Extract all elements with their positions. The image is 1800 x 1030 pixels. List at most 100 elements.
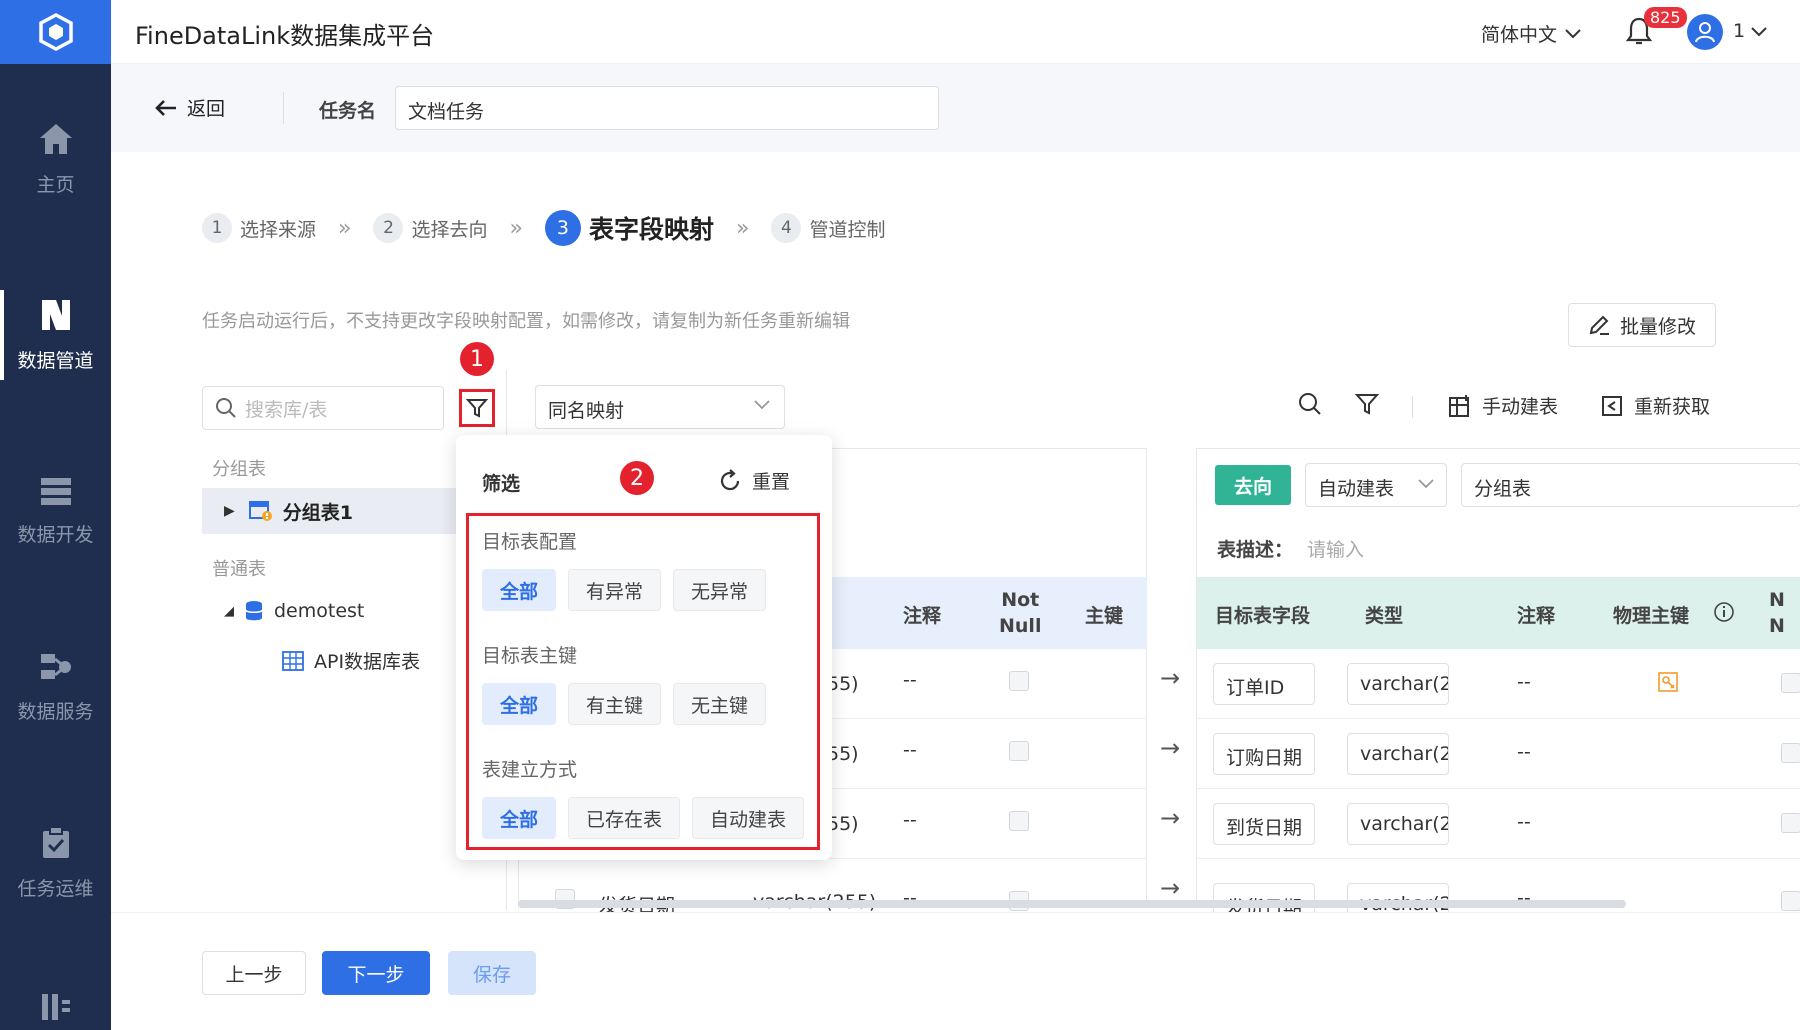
horizontal-scrollbar[interactable]: [518, 900, 1626, 908]
reset-icon: [720, 468, 740, 490]
app-logo[interactable]: [0, 0, 111, 64]
chevron-down-icon: [1565, 28, 1581, 38]
filter-icon: [466, 399, 488, 418]
filter-option[interactable]: 已存在表: [568, 797, 681, 839]
create-mode-select[interactable]: 自动建表: [1305, 463, 1447, 507]
not-null-checkbox[interactable]: [1781, 891, 1800, 911]
avatar[interactable]: [1687, 14, 1723, 50]
search-placeholder: 搜索库/表: [245, 398, 328, 421]
field-comment: --: [1517, 811, 1531, 833]
target-field-input[interactable]: 订单ID: [1213, 663, 1315, 705]
nav-label: 任务运维: [17, 877, 94, 900]
filter-option[interactable]: 有异常: [568, 569, 662, 611]
nav-label: 数据管道: [17, 349, 94, 372]
not-null-checkbox[interactable]: [1781, 743, 1800, 763]
table-desc-input[interactable]: 请输入: [1307, 535, 1364, 562]
target-type-input[interactable]: varchar(25: [1347, 733, 1449, 775]
search-tool[interactable]: [1298, 392, 1322, 416]
target-field-input[interactable]: 订购日期: [1213, 733, 1315, 775]
tree-item-demotest[interactable]: ◢ demotest: [224, 600, 364, 622]
task-name-input[interactable]: 文档任务: [395, 86, 939, 130]
batch-edit-button[interactable]: 批量修改: [1568, 303, 1716, 347]
not-null-checkbox[interactable]: [1009, 671, 1029, 691]
arrow-right-icon: →: [1160, 874, 1181, 902]
table-search-input[interactable]: 搜索库/表: [202, 386, 444, 430]
prev-step-button[interactable]: 上一步: [202, 951, 306, 995]
table-row: 订单ID varchar(25 --: [1197, 649, 1800, 719]
filter-option-all[interactable]: 全部: [482, 683, 557, 725]
field-comment: --: [903, 739, 917, 761]
list-icon: [42, 994, 70, 1020]
manual-create-table-button[interactable]: 手动建表: [1448, 392, 1558, 419]
task-ops-icon: [42, 825, 69, 858]
filter-option[interactable]: 无异常: [673, 569, 767, 611]
left-sidebar: 主页 数据管道 数据开发 数据服务 任务运维: [0, 0, 111, 1030]
dev-icon: [40, 477, 71, 505]
nav-task-ops[interactable]: 任务运维: [0, 798, 111, 928]
nav-data-pipeline[interactable]: 数据管道: [0, 270, 111, 400]
database-icon: [245, 601, 263, 621]
refetch-button[interactable]: 重新获取: [1600, 392, 1710, 419]
filter-option[interactable]: 自动建表: [692, 797, 805, 839]
filter-option[interactable]: 无主键: [673, 683, 767, 725]
target-type-input[interactable]: varchar(25: [1347, 663, 1449, 705]
normal-section-label: 普通表: [212, 559, 266, 580]
nav-home[interactable]: 主页: [0, 94, 111, 224]
task-header: 返回 任务名 文档任务: [111, 64, 1800, 152]
back-label: 返回: [187, 98, 226, 120]
step-label: 管道控制: [809, 218, 886, 241]
filter-section-label: 目标表主键: [482, 645, 578, 667]
search-icon: [1299, 393, 1321, 415]
filter-popover: 筛选 2 重置 目标表配置 全部 有异常 无异常 目标表主键 全部 有主键 无主…: [456, 435, 832, 860]
not-null-checkbox[interactable]: [1009, 741, 1029, 761]
double-chevron-icon: »: [735, 215, 750, 241]
filter-tool[interactable]: [1355, 392, 1379, 416]
primary-key-icon[interactable]: [1657, 671, 1679, 693]
language-select[interactable]: 简体中文: [1481, 20, 1581, 47]
step-number: 2: [373, 213, 404, 243]
save-button[interactable]: 保存: [448, 951, 536, 995]
tree-item-api-table[interactable]: API数据库表: [282, 647, 420, 674]
target-table-header: 目标表字段 类型 注释 物理主键 N N: [1197, 577, 1800, 649]
field-comment: --: [903, 809, 917, 831]
nav-more[interactable]: [40, 992, 72, 1026]
step-1[interactable]: 1 选择来源: [202, 213, 316, 243]
pipeline-icon: [41, 299, 70, 330]
not-null-checkbox[interactable]: [1009, 811, 1029, 831]
table-icon: [282, 650, 304, 671]
step-4[interactable]: 4 管道控制: [771, 213, 885, 243]
user-name[interactable]: 1: [1733, 20, 1745, 42]
tree-item-group1[interactable]: ▶ 分组表1: [202, 488, 456, 534]
filter-option[interactable]: 有主键: [568, 683, 662, 725]
tree-filter-button[interactable]: [459, 389, 495, 427]
filter-reset-button[interactable]: 重置: [718, 467, 790, 494]
refresh-icon: [1602, 395, 1622, 416]
header-type: 类型: [1365, 605, 1404, 627]
next-step-button[interactable]: 下一步: [322, 951, 430, 995]
not-null-checkbox[interactable]: [1781, 673, 1800, 693]
back-button[interactable]: 返回: [155, 94, 225, 121]
step-2[interactable]: 2 选择去向: [373, 213, 488, 243]
caret-right-icon: ▶: [224, 503, 235, 519]
filter-option-all[interactable]: 全部: [482, 797, 557, 839]
target-table-name-input[interactable]: 分组表: [1461, 463, 1800, 507]
step-number: 3: [544, 210, 581, 246]
user-menu-toggle[interactable]: [1751, 22, 1767, 41]
language-label: 简体中文: [1481, 24, 1558, 46]
target-type-input[interactable]: varchar(25: [1347, 803, 1449, 845]
mapping-mode-select[interactable]: 同名映射: [535, 385, 785, 429]
nav-data-service[interactable]: 数据服务: [0, 622, 111, 752]
filter-option-all[interactable]: 全部: [482, 569, 557, 611]
chevron-down-icon: [1751, 27, 1767, 37]
filter-icon: [1355, 394, 1379, 415]
step-3[interactable]: 3 表字段映射: [544, 210, 714, 246]
target-field-input[interactable]: 到货日期: [1213, 803, 1315, 845]
nav-data-dev[interactable]: 数据开发: [0, 446, 111, 576]
caret-down-icon: ◢: [224, 603, 234, 619]
info-icon[interactable]: [1713, 601, 1735, 623]
not-null-checkbox[interactable]: [1781, 813, 1800, 833]
nav-label: 数据服务: [17, 700, 94, 723]
top-bar: FineDataLink数据集成平台 简体中文 825 1: [111, 0, 1800, 64]
table-add-icon: [1449, 394, 1469, 417]
divider: [283, 92, 284, 124]
